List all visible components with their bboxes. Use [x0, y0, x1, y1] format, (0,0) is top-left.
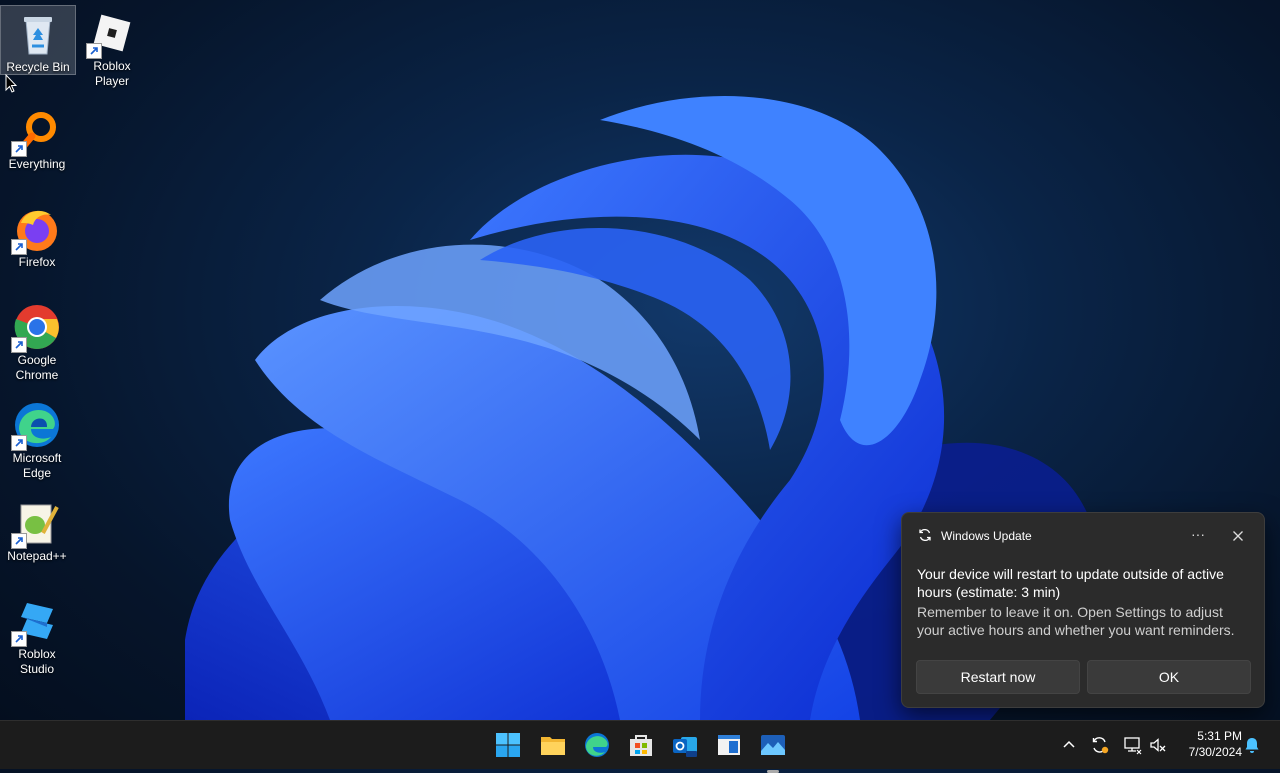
mouse-cursor-icon — [5, 74, 17, 93]
more-options-button[interactable]: ··· — [1187, 527, 1209, 545]
shortcut-arrow-icon — [11, 141, 27, 157]
edge-icon — [585, 733, 609, 757]
edge-icon — [11, 401, 61, 451]
desktop-icon-label: Microsoft Edge — [12, 451, 62, 480]
clock-time: 5:31 PM — [1197, 729, 1242, 743]
firefox-icon — [11, 205, 61, 255]
windows-update-tray-button[interactable] — [1090, 735, 1110, 755]
desktop-icon-label: Roblox Player — [93, 59, 131, 88]
close-icon — [1233, 531, 1243, 541]
notepad-icon — [718, 735, 740, 755]
outlook-icon — [673, 737, 697, 757]
ok-button[interactable]: OK — [1087, 660, 1251, 694]
clock-date: 7/30/2024 — [1188, 745, 1242, 759]
taskbar-file-explorer[interactable] — [539, 731, 567, 759]
windows-update-notification[interactable]: Windows Update ··· Your device will rest… — [901, 512, 1265, 708]
shortcut-arrow-icon — [11, 533, 27, 549]
desktop-icon-roblox-player[interactable]: Roblox Player — [75, 5, 149, 88]
desktop-icon-roblox-studio[interactable]: Roblox Studio — [0, 593, 74, 677]
notification-app-name: Windows Update — [941, 529, 1032, 543]
notepad-plus-plus-icon — [11, 499, 61, 549]
desktop-icon-everything[interactable]: Everything — [0, 103, 74, 172]
desktop-icon-google-chrome[interactable]: Google Chrome — [0, 299, 74, 383]
microsoft-store-icon — [630, 735, 652, 756]
show-hidden-icons-button[interactable] — [1059, 735, 1079, 755]
desktop-icon-label: Roblox Studio — [18, 647, 56, 676]
taskbar-outlook[interactable] — [671, 731, 699, 759]
notification-center-button[interactable] — [1242, 735, 1262, 755]
desktop-icon-recycle-bin[interactable]: Recycle Bin — [0, 5, 76, 75]
file-explorer-icon — [541, 737, 565, 755]
shortcut-arrow-icon — [11, 631, 27, 647]
shortcut-arrow-icon — [11, 337, 27, 353]
chevron-up-icon — [1063, 740, 1075, 748]
taskbar-notepad[interactable] — [715, 731, 743, 759]
desktop-icon-label: Firefox — [18, 255, 56, 269]
speaker-muted-icon — [1150, 738, 1166, 752]
update-sync-icon — [918, 528, 932, 545]
roblox-player-icon — [86, 9, 136, 59]
everything-icon — [11, 107, 61, 157]
notification-body: Remember to leave it on. Open Settings t… — [917, 604, 1235, 638]
restart-now-button[interactable]: Restart now — [916, 660, 1080, 694]
desktop-icon-label: Google Chrome — [15, 353, 59, 382]
network-tray-button[interactable] — [1123, 735, 1143, 755]
chrome-icon — [11, 303, 61, 353]
taskbar-photos[interactable] — [759, 731, 787, 773]
notification-bell-icon — [1245, 738, 1259, 753]
desktop-icon-firefox[interactable]: Firefox — [0, 201, 74, 270]
update-icon — [1092, 737, 1109, 754]
taskbar — [0, 720, 1280, 773]
desktop-icon-label: Notepad++ — [7, 549, 67, 563]
start-button[interactable] — [494, 731, 522, 759]
photos-icon — [761, 735, 785, 755]
roblox-studio-icon — [11, 597, 61, 647]
shortcut-arrow-icon — [86, 43, 102, 59]
desktop-icon-microsoft-edge[interactable]: Microsoft Edge — [0, 397, 74, 481]
network-icon — [1124, 737, 1142, 755]
taskbar-clock[interactable]: 5:31 PM 7/30/2024 — [1176, 728, 1242, 760]
notification-title: Your device will restart to update outsi… — [917, 566, 1224, 600]
desktop-icon-label: Recycle Bin — [6, 60, 70, 74]
close-notification-button[interactable] — [1228, 527, 1248, 545]
volume-tray-button[interactable] — [1148, 735, 1168, 755]
desktop-icon-notepad-plus-plus[interactable]: Notepad++ — [0, 495, 74, 564]
taskbar-microsoft-store[interactable] — [627, 731, 655, 759]
notification-header: Windows Update — [918, 527, 1032, 545]
start-icon — [496, 733, 520, 757]
desktop-icon-label: Everything — [8, 157, 66, 171]
shortcut-arrow-icon — [11, 435, 27, 451]
taskbar-edge[interactable] — [583, 731, 611, 759]
shortcut-arrow-icon — [11, 239, 27, 255]
recycle-bin-icon — [14, 10, 62, 58]
